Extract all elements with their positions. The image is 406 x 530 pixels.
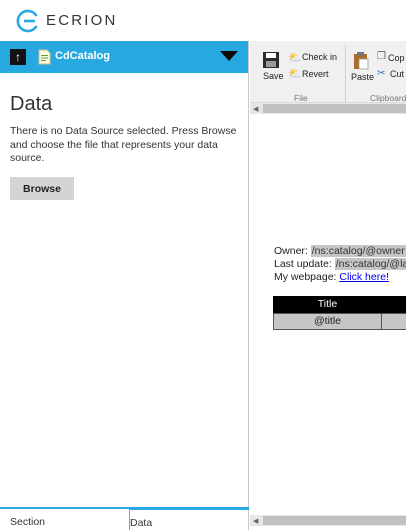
last-update-label: Last update:: [274, 258, 335, 270]
copy-icon: ❐: [377, 51, 386, 62]
bottom-horizontal-scrollbar[interactable]: ◀: [250, 515, 406, 526]
table-cell-extra[interactable]: [382, 313, 406, 330]
scroll-left-icon[interactable]: ◀: [253, 517, 258, 525]
table-cell-title[interactable]: @title: [273, 313, 382, 330]
brand-name: ECRION: [46, 12, 118, 29]
scrollbar-thumb[interactable]: [263, 516, 406, 525]
scroll-left-icon[interactable]: ◀: [253, 105, 258, 113]
owner-row: Owner: /ns:catalog/@owner: [274, 245, 406, 257]
scissors-icon: ✂: [377, 68, 386, 79]
bottom-tabs: Section Data: [0, 507, 249, 530]
data-source-panel: ↑ CdCatalog Data There is no Data Source…: [0, 41, 249, 530]
catalog-table[interactable]: Title @title: [273, 296, 406, 330]
webpage-link[interactable]: Click here!: [339, 271, 389, 283]
ribbon-group-clipboard: Clipboard: [370, 93, 406, 103]
ecrion-logo-icon: [16, 9, 38, 33]
owner-label: Owner:: [274, 245, 311, 257]
copy-button[interactable]: Cop: [388, 53, 405, 63]
design-canvas[interactable]: Owner: /ns:catalog/@owner Last update: /…: [250, 114, 406, 514]
document-icon: [38, 49, 51, 65]
browse-button[interactable]: Browse: [10, 177, 74, 200]
webpage-label: My webpage:: [274, 271, 340, 283]
editor-panel: Save ⛅ Check in ⛅ Revert File Paste ❐ Co…: [250, 41, 406, 530]
revert-icon: ⛅: [288, 68, 302, 80]
save-button[interactable]: Save: [263, 71, 284, 81]
panel-title: Data: [10, 93, 53, 115]
app-window: ECRION ↑ CdCatalog Data There is no Data…: [0, 0, 406, 530]
last-update-row: Last update: /ns:catalog/@la: [274, 258, 406, 270]
cut-button[interactable]: Cut: [390, 69, 404, 79]
revert-button[interactable]: Revert: [302, 69, 329, 79]
document-bar: ↑ CdCatalog: [0, 41, 248, 73]
check-in-icon: ⛅: [288, 52, 302, 64]
last-update-field[interactable]: /ns:catalog/@la: [334, 258, 406, 270]
table-header-title[interactable]: Title: [273, 296, 382, 313]
top-horizontal-scrollbar[interactable]: ◀: [250, 103, 406, 114]
tab-section[interactable]: Section: [0, 507, 129, 530]
save-icon[interactable]: [262, 51, 280, 69]
tab-data[interactable]: Data: [129, 507, 249, 530]
ribbon-toolbar: Save ⛅ Check in ⛅ Revert File Paste ❐ Co…: [250, 41, 406, 103]
scrollbar-thumb[interactable]: [263, 104, 406, 113]
paste-button[interactable]: Paste: [351, 72, 374, 82]
owner-field[interactable]: /ns:catalog/@owner: [310, 245, 406, 257]
webpage-row: My webpage: Click here!: [274, 271, 389, 283]
paste-icon[interactable]: [353, 51, 369, 70]
check-in-button[interactable]: Check in: [302, 52, 337, 62]
no-data-source-message: There is no Data Source selected. Press …: [10, 125, 237, 164]
document-name: CdCatalog: [55, 50, 110, 62]
table-header-extra[interactable]: [382, 296, 406, 313]
ribbon-separator: [345, 45, 346, 103]
ribbon-group-file: File: [294, 93, 308, 103]
up-arrow-icon[interactable]: ↑: [10, 49, 26, 65]
app-header: ECRION: [0, 0, 406, 41]
triangle-down-icon[interactable]: [220, 51, 238, 61]
